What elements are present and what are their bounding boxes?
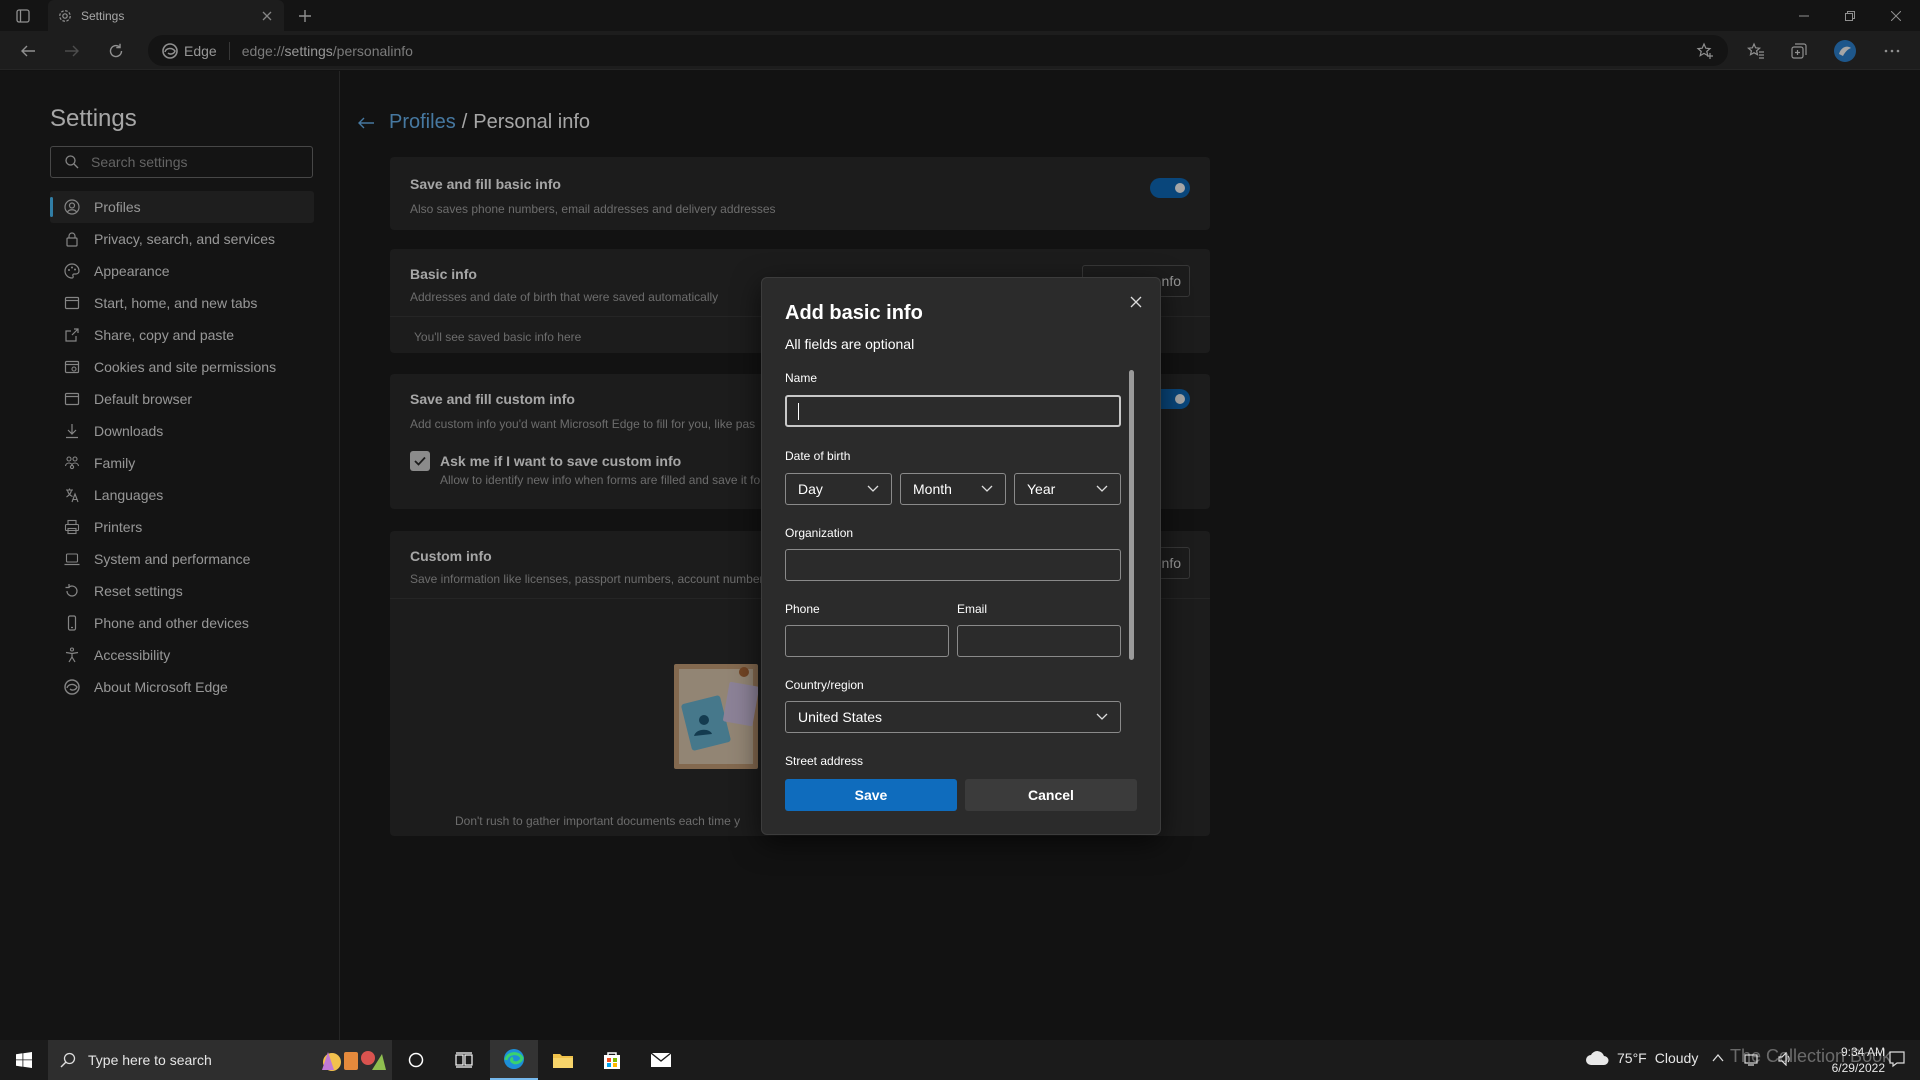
taskbar-search-placeholder: Type here to search [88,1052,212,1068]
organization-input[interactable] [785,549,1121,581]
dob-label: Date of birth [785,449,851,463]
chevron-down-icon [981,485,993,492]
street-address-label: Street address [785,754,864,768]
month-select[interactable]: Month [900,473,1006,505]
taskbar-file-explorer[interactable] [539,1040,587,1080]
mail-icon [650,1052,672,1067]
email-label: Email [957,602,988,616]
country-label: Country/region [785,678,864,692]
organization-label: Organization [785,526,854,540]
save-button[interactable]: Save [785,779,957,811]
email-input[interactable] [957,625,1121,657]
country-select-value: United States [798,709,883,725]
windows-taskbar: Type here to search 75°F Cloudy 9:34 AM … [0,1040,1920,1080]
weather-widget[interactable]: 75°F Cloudy [1585,1050,1698,1066]
chevron-down-icon [1096,485,1108,492]
cortana-button[interactable] [392,1040,440,1080]
dialog-subtitle: All fields are optional [785,336,915,352]
name-input[interactable] [785,395,1121,427]
weather-temp: 75°F [1617,1050,1647,1066]
taskbar-store[interactable] [588,1040,636,1080]
taskbar-mail[interactable] [637,1040,685,1080]
chevron-down-icon [867,485,879,492]
cancel-button[interactable]: Cancel [965,779,1137,811]
weather-text: Cloudy [1654,1050,1699,1066]
phone-input[interactable] [785,625,949,657]
cloud-icon [1586,1051,1609,1065]
task-view-icon [455,1052,473,1068]
text-caret [798,403,799,420]
dialog-close-button[interactable] [1122,288,1150,316]
dialog-title: Add basic info [785,302,923,324]
taskbar-edge-app[interactable] [490,1040,538,1080]
day-select-value: Day [798,481,823,497]
taskbar-search-box[interactable]: Type here to search [48,1040,392,1080]
name-label: Name [785,371,818,385]
add-basic-info-dialog: Add basic info All fields are optional N… [761,277,1161,835]
day-select[interactable]: Day [785,473,892,505]
close-icon [1130,296,1142,308]
chevron-up-icon [1712,1053,1724,1062]
month-select-value: Month [913,481,952,497]
year-select[interactable]: Year [1014,473,1121,505]
watermark-text: The Collection Book [1730,1046,1892,1066]
chevron-down-icon [1096,713,1108,720]
search-icon [60,1052,76,1068]
windows-logo-icon [16,1052,32,1068]
year-select-value: Year [1027,481,1056,497]
country-select[interactable]: United States [785,701,1121,733]
cortana-icon [408,1052,424,1068]
dialog-scrollbar[interactable] [1129,370,1134,660]
edge-logo-icon [504,1049,524,1069]
phone-label: Phone [785,602,820,616]
search-highlight-illustration [316,1044,388,1076]
start-button[interactable] [0,1040,48,1080]
folder-icon [553,1054,573,1068]
task-view-button[interactable] [440,1040,488,1080]
store-icon [604,1052,620,1069]
